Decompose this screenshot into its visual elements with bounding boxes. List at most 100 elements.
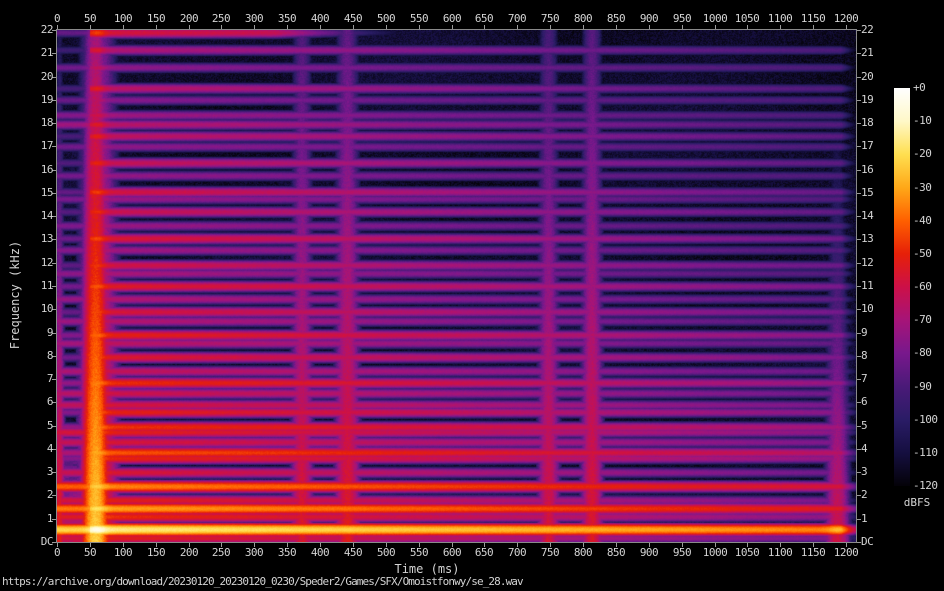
x-tick-label-top: 450 (344, 12, 362, 26)
x-tick-label-bottom: 450 (344, 546, 362, 560)
x-tick-label-top: 800 (574, 12, 592, 26)
x-tick-label-top: 300 (245, 12, 263, 26)
colorbar-tick-label: -10 (913, 114, 931, 128)
x-tick-label-bottom: 1150 (801, 546, 826, 560)
y-tick-label-right: DC (861, 535, 873, 549)
x-tick-label-bottom: 1050 (735, 546, 760, 560)
x-tick-label-top: 850 (607, 12, 625, 26)
y-tick-label-left: 4 (0, 442, 53, 456)
plot-frame (57, 30, 856, 542)
x-tick-label-top: 350 (278, 12, 296, 26)
spectrogram-window: Frequency (kHz) 050100150200250300350400… (0, 0, 944, 591)
y-tick-label-right: 3 (861, 465, 867, 479)
x-tick-label-top: 150 (147, 12, 165, 26)
x-tick-label-bottom: 1100 (768, 546, 793, 560)
y-tick-label-right: 15 (861, 186, 873, 200)
colorbar-tick-label: -90 (913, 380, 931, 394)
colorbar-title: dBFS (894, 496, 940, 509)
x-tick-label-top: 700 (508, 12, 526, 26)
y-tick-label-right: 20 (861, 70, 873, 84)
y-tick-label-right: 12 (861, 256, 873, 270)
x-tick-label-top: 0 (54, 12, 60, 26)
y-tick-label-right: 16 (861, 163, 873, 177)
y-tick-label-left: 9 (0, 326, 53, 340)
y-tick-label-right: 17 (861, 139, 873, 153)
y-tick-label-left: 7 (0, 372, 53, 386)
y-tick-label-left: 13 (0, 232, 53, 246)
y-tick-label-left: 22 (0, 23, 53, 37)
x-tick-label-top: 950 (673, 12, 691, 26)
y-tick-label-left: 6 (0, 395, 53, 409)
y-tick-label-right: 9 (861, 326, 867, 340)
x-tick-label-bottom: 100 (114, 546, 132, 560)
y-tick-label-right: 8 (861, 349, 867, 363)
y-tick-label-left: 1 (0, 512, 53, 526)
colorbar-tick-label: -20 (913, 147, 931, 161)
y-tick-label-left: 8 (0, 349, 53, 363)
y-tick-label-right: 21 (861, 46, 873, 60)
x-tick-label-bottom: 600 (443, 546, 461, 560)
colorbar-tick-label: +0 (913, 81, 925, 95)
x-tick-label-bottom: 1000 (703, 546, 728, 560)
y-tick-label-right: 22 (861, 23, 873, 37)
y-tick-label-right: 4 (861, 442, 867, 456)
x-tick-label-bottom: 250 (212, 546, 230, 560)
x-tick-label-bottom: 650 (475, 546, 493, 560)
colorbar-tick-label: -100 (913, 413, 938, 427)
source-url-text: https://archive.org/download/20230120_20… (2, 575, 523, 588)
x-tick-label-bottom: 500 (377, 546, 395, 560)
y-tick-label-right: 11 (861, 279, 873, 293)
x-tick-label-top: 500 (377, 12, 395, 26)
x-tick-label-bottom: 200 (180, 546, 198, 560)
x-axis-title: Time (ms) (394, 562, 459, 576)
y-tick-label-right: 19 (861, 93, 873, 107)
x-tick-label-top: 1200 (834, 12, 859, 26)
y-tick-label-left: 21 (0, 46, 53, 60)
x-tick-label-top: 1150 (801, 12, 826, 26)
y-tick-label-left: 19 (0, 93, 53, 107)
colorbar-tick-label: -70 (913, 313, 931, 327)
x-tick-label-top: 1050 (735, 12, 760, 26)
y-tick-label-right: 7 (861, 372, 867, 386)
y-tick-label-right: 2 (861, 488, 867, 502)
y-tick-label-left: 11 (0, 279, 53, 293)
x-tick-label-bottom: 800 (574, 546, 592, 560)
x-tick-label-bottom: 400 (311, 546, 329, 560)
x-tick-label-top: 900 (640, 12, 658, 26)
x-tick-label-top: 50 (84, 12, 96, 26)
x-tick-label-bottom: 1200 (834, 546, 859, 560)
y-tick-label-left: 20 (0, 70, 53, 84)
x-tick-label-bottom: 850 (607, 546, 625, 560)
y-tick-label-left: 10 (0, 302, 53, 316)
x-tick-label-top: 400 (311, 12, 329, 26)
colorbar (894, 88, 910, 486)
colorbar-tick-label: -110 (913, 446, 938, 460)
x-tick-label-top: 650 (475, 12, 493, 26)
x-tick-label-top: 600 (443, 12, 461, 26)
y-tick-label-right: 6 (861, 395, 867, 409)
spectrogram-canvas (57, 30, 856, 542)
x-tick-label-top: 100 (114, 12, 132, 26)
colorbar-tick-label: -50 (913, 247, 931, 261)
y-tick-label-left: DC (0, 535, 53, 549)
colorbar-tick-label: -30 (913, 181, 931, 195)
y-tick-label-left: 2 (0, 488, 53, 502)
y-tick-label-left: 3 (0, 465, 53, 479)
y-tick-label-right: 10 (861, 302, 873, 316)
x-tick-label-bottom: 300 (245, 546, 263, 560)
colorbar-tick-label: -60 (913, 280, 931, 294)
x-tick-label-bottom: 750 (541, 546, 559, 560)
colorbar-tick-label: -40 (913, 214, 931, 228)
y-tick-label-right: 18 (861, 116, 873, 130)
x-tick-label-top: 250 (212, 12, 230, 26)
x-tick-label-top: 1000 (703, 12, 728, 26)
y-tick-label-left: 5 (0, 419, 53, 433)
y-tick-label-left: 12 (0, 256, 53, 270)
y-tick-label-left: 18 (0, 116, 53, 130)
x-tick-label-bottom: 50 (84, 546, 96, 560)
y-tick-label-left: 16 (0, 163, 53, 177)
y-tick-label-left: 17 (0, 139, 53, 153)
x-tick-label-bottom: 0 (54, 546, 60, 560)
x-tick-label-bottom: 350 (278, 546, 296, 560)
x-tick-label-bottom: 700 (508, 546, 526, 560)
